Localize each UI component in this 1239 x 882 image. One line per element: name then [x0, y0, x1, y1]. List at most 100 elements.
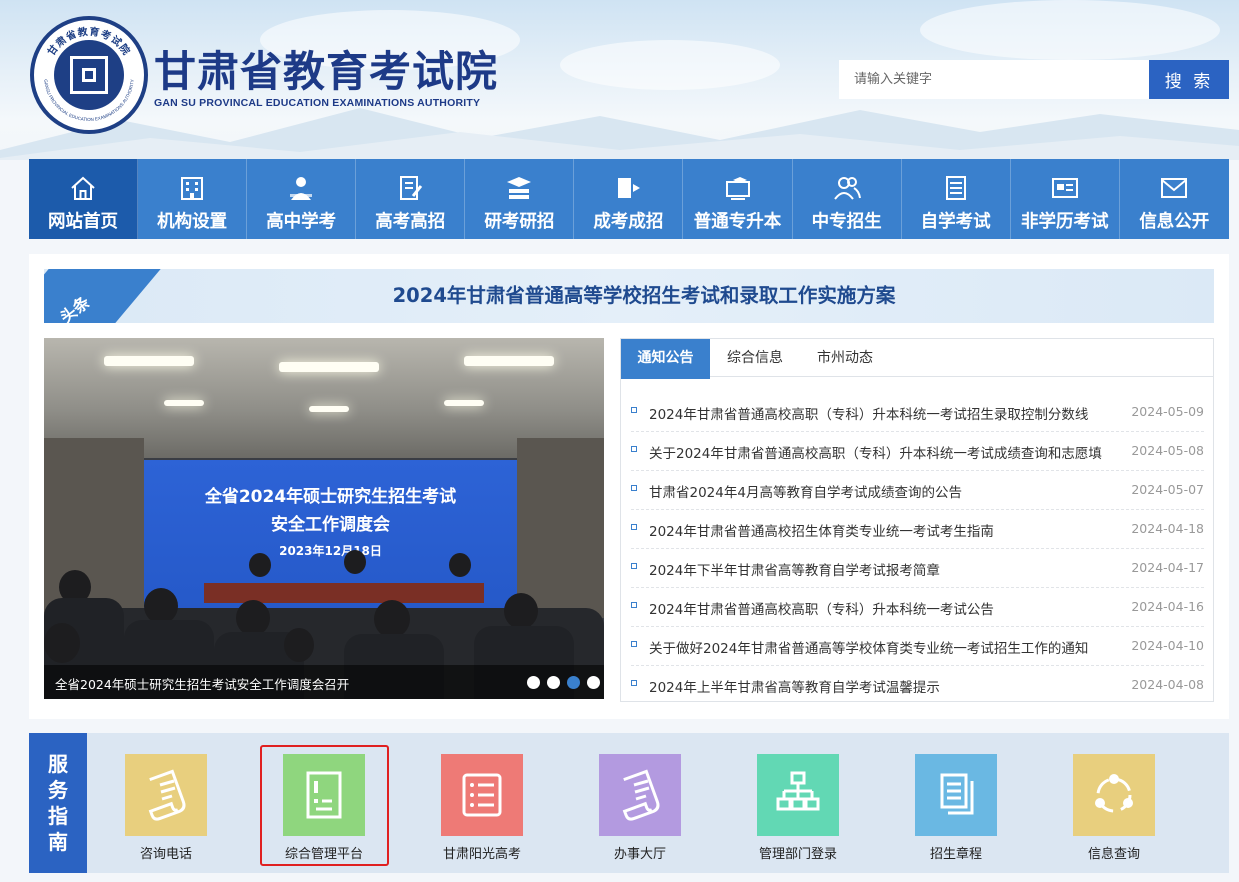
notice-date: 2024-05-09	[1131, 404, 1204, 419]
notice-title[interactable]: 关于做好2024年甘肃省普通高等学校体育类专业统一考试招生工作的通知	[649, 637, 1119, 657]
notice-item[interactable]: 甘肃省2024年4月高等教育自学考试成绩查询的公告 2024-05-07	[631, 471, 1204, 510]
service-sunshine-gaokao[interactable]: 甘肃阳光高考	[417, 754, 547, 869]
notice-date: 2024-05-08	[1131, 443, 1204, 458]
tab-notices[interactable]: 通知公告	[621, 339, 710, 379]
nav-label: 成考成招	[593, 212, 664, 232]
graduate-screen-icon	[725, 177, 750, 200]
slideshow-pager	[527, 676, 600, 689]
document-icon	[945, 176, 966, 200]
building-icon	[181, 177, 204, 200]
checklist-icon	[306, 771, 342, 819]
nav-label: 中专招生	[811, 212, 882, 232]
notice-item[interactable]: 关于做好2024年甘肃省普通高等学校体育类专业统一考试招生工作的通知 2024-0…	[631, 627, 1204, 666]
service-label: 甘肃阳光高考	[442, 847, 521, 862]
nav-item-self-study-exam[interactable]: 自学考试	[902, 159, 1011, 239]
slideshow-dot[interactable]	[587, 676, 600, 689]
slideshow-dot[interactable]	[547, 676, 560, 689]
mail-icon	[1161, 178, 1188, 198]
nav-item-vocational-enroll[interactable]: 中专招生	[793, 159, 902, 239]
bullet-icon	[631, 446, 637, 452]
nav-label: 普通专升本	[693, 212, 782, 232]
notice-item[interactable]: 2024年甘肃省普通高校高职（专科）升本科统一考试公告 2024-04-16	[631, 588, 1204, 627]
headline-link[interactable]: 2024年甘肃省普通高等学校招生考试和录取工作实施方案	[44, 269, 1214, 323]
bullet-icon	[631, 485, 637, 491]
headline-bar: 头条 2024年甘肃省普通高等学校招生考试和录取工作实施方案	[44, 269, 1214, 323]
nav-item-organization[interactable]: 机构设置	[138, 159, 248, 239]
service-label: 办事大厅	[613, 847, 666, 862]
student-icon	[290, 177, 313, 200]
photo-screen-line2: 安全工作调度会	[271, 515, 390, 535]
service-hotline[interactable]: 咨询电话	[101, 754, 231, 869]
notice-date: 2024-04-16	[1131, 599, 1204, 614]
notice-title[interactable]: 2024年甘肃省普通高校高职（专科）升本科统一考试公告	[649, 598, 1119, 618]
share-circle-icon	[1095, 774, 1133, 813]
service-label: 管理部门登录	[758, 847, 837, 862]
notice-item[interactable]: 2024年下半年甘肃省高等教育自学考试报考简章 2024-04-17	[631, 549, 1204, 588]
service-label: 综合管理平台	[284, 847, 363, 862]
service-service-hall[interactable]: 办事大厅	[575, 754, 705, 869]
notice-item[interactable]: 关于2024年甘肃省普通高校高职（专科）升本科统一考试成绩查询和志愿填 2024-…	[631, 432, 1204, 471]
main-nav: 网站首页 机构设置 高中学考 高考高招 研考研招 成考成招 普通专升本 中专招生…	[29, 159, 1229, 239]
notice-item[interactable]: 2024年甘肃省普通高校高职（专科）升本科统一考试招生录取控制分数线 2024-0…	[631, 393, 1204, 432]
service-guide-label: 服 务 指 南	[29, 733, 87, 873]
bullet-icon	[631, 680, 637, 686]
service-admission-rules[interactable]: 招生章程	[891, 754, 1021, 869]
nav-label: 高考高招	[375, 212, 446, 232]
service-label: 招生章程	[929, 847, 982, 862]
bullet-icon	[631, 563, 637, 569]
nav-item-home[interactable]: 网站首页	[29, 159, 139, 239]
service-management-platform[interactable]: 综合管理平台	[259, 754, 389, 869]
nav-label: 高中学考	[266, 212, 337, 232]
notice-tabs: 通知公告 综合信息 市州动态	[621, 339, 1213, 379]
nav-item-graduate-exam[interactable]: 研考研招	[465, 159, 575, 239]
service-guide: 服 务 指 南 咨询电话 综合管理平台 甘肃阳光高考 办事大厅 管理部门登录 招…	[29, 733, 1229, 873]
tab-general-info[interactable]: 综合信息	[710, 339, 800, 377]
books-icon	[507, 177, 532, 199]
book-pen-icon	[618, 178, 641, 198]
exam-paper-icon	[400, 176, 423, 200]
search-input[interactable]	[839, 60, 1149, 99]
site-subtitle: GAN SU PROVINCAL EDUCATION EXAMINATIONS …	[154, 97, 481, 109]
notice-item[interactable]: 2024年上半年甘肃省高等教育自学考试温馨提示 2024-04-08	[631, 666, 1204, 705]
notice-item[interactable]: 2024年甘肃省普通高校招生体育类专业统一考试考生指南 2024-04-18	[631, 510, 1204, 549]
slideshow-dot-active[interactable]	[567, 676, 580, 689]
nav-item-gaokao[interactable]: 高考高招	[356, 159, 466, 239]
slideshow-caption[interactable]: 全省2024年硕士研究生招生考试安全工作调度会召开	[55, 674, 349, 693]
notice-title[interactable]: 2024年甘肃省普通高校高职（专科）升本科统一考试招生录取控制分数线	[649, 403, 1119, 423]
notice-title[interactable]: 关于2024年甘肃省普通高校高职（专科）升本科统一考试成绩查询和志愿填	[649, 442, 1119, 462]
notice-panel: 通知公告 综合信息 市州动态 2024年甘肃省普通高校高职（专科）升本科统一考试…	[620, 338, 1214, 702]
bullet-icon	[631, 641, 637, 647]
scroll-icon	[148, 769, 186, 821]
list-icon	[462, 773, 502, 817]
nav-label: 研考研招	[484, 212, 555, 232]
tab-city-news[interactable]: 市州动态	[800, 339, 890, 377]
slideshow-dot[interactable]	[527, 676, 540, 689]
bullet-icon	[631, 602, 637, 608]
nav-label: 机构设置	[157, 212, 228, 232]
notice-list: 2024年甘肃省普通高校高职（专科）升本科统一考试招生录取控制分数线 2024-0…	[631, 393, 1204, 705]
service-admin-login[interactable]: 管理部门登录	[733, 754, 863, 869]
search-button[interactable]: 搜 索	[1149, 60, 1229, 99]
notice-title[interactable]: 2024年下半年甘肃省高等教育自学考试报考简章	[649, 559, 1119, 579]
nav-item-non-degree-exam[interactable]: 非学历考试	[1011, 159, 1120, 239]
notice-date: 2024-04-10	[1131, 638, 1204, 653]
notice-title[interactable]: 2024年上半年甘肃省高等教育自学考试温馨提示	[649, 676, 1119, 696]
slideshow[interactable]: 全省2024年硕士研究生招生考试 安全工作调度会 2023年12月18日 全省2…	[44, 338, 604, 699]
nav-item-high-school-exam[interactable]: 高中学考	[247, 159, 357, 239]
service-info-query[interactable]: 信息查询	[1049, 754, 1179, 869]
notice-title[interactable]: 甘肃省2024年4月高等教育自学考试成绩查询的公告	[649, 481, 1119, 501]
nav-item-info-disclosure[interactable]: 信息公开	[1120, 159, 1229, 239]
notice-date: 2024-04-17	[1131, 560, 1204, 575]
site-title[interactable]: 甘肃省教育考试院	[154, 48, 498, 96]
nav-item-adult-exam[interactable]: 成考成招	[574, 159, 684, 239]
nav-label: 自学考试	[920, 212, 991, 232]
logo-seal[interactable]: 甘肃省教育考试院 GANSU PROVINCIAL EDUCATION EXAM…	[30, 16, 148, 134]
seal-emblem-icon	[54, 40, 124, 110]
notice-title[interactable]: 2024年甘肃省普通高校招生体育类专业统一考试考生指南	[649, 520, 1119, 540]
nav-item-upgrade-exam[interactable]: 普通专升本	[683, 159, 793, 239]
notice-date: 2024-05-07	[1131, 482, 1204, 497]
slideshow-caption-bar: 全省2024年硕士研究生招生考试安全工作调度会召开	[44, 665, 604, 699]
notice-date: 2024-04-18	[1131, 521, 1204, 536]
bullet-icon	[631, 407, 637, 413]
documents-icon	[940, 773, 974, 815]
